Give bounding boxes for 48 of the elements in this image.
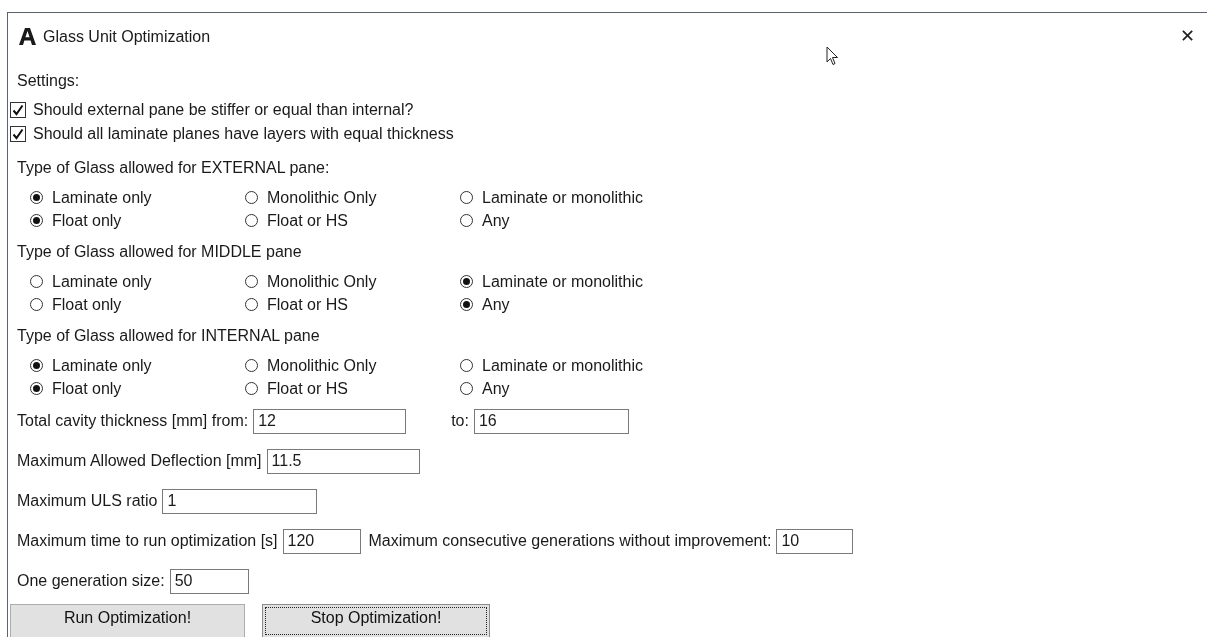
radio-label: Monolithic Only — [267, 272, 377, 291]
radio-label: Laminate or monolithic — [482, 272, 643, 291]
button[interactable]: Run Optimization! — [10, 604, 245, 637]
radio-label: Monolithic Only — [267, 356, 377, 375]
radio-label: Laminate or monolithic — [482, 356, 643, 375]
checkbox[interactable] — [10, 126, 26, 142]
input-field[interactable]: 1 — [162, 488, 318, 514]
group-label: Type of Glass allowed for INTERNAL pane — [17, 326, 321, 346]
input-field[interactable]: 120 — [282, 528, 361, 554]
window-title: Glass Unit Optimization — [43, 27, 211, 46]
radio-label: Monolithic Only — [267, 188, 377, 207]
radio-label: Any — [482, 379, 510, 398]
checkbox-label: Should all laminate planes have layers with equal thickness — [33, 125, 454, 143]
close-button[interactable]: ✕ — [1175, 23, 1199, 48]
app-logo-icon — [19, 28, 36, 45]
input-field[interactable]: 16 — [473, 408, 629, 434]
radio-label: Float only — [52, 295, 122, 314]
radio-label: Any — [482, 211, 510, 230]
field-label: to: — [451, 412, 469, 430]
radio-label: Laminate only — [52, 272, 152, 291]
field-label: Total cavity thickness [mm] from: — [17, 412, 249, 430]
field-label: Maximum time to run optimization [s] — [17, 532, 278, 550]
group-label: Type of Glass allowed for EXTERNAL pane: — [17, 158, 331, 178]
checkbox[interactable] — [10, 102, 26, 118]
radio-label: Laminate only — [52, 356, 152, 375]
input-field[interactable]: 11.5 — [266, 448, 420, 474]
checkbox-label: Should external pane be stiffer or equal than internal? — [33, 101, 414, 119]
checkmark-icon — [12, 104, 24, 116]
radio-label: Float or HS — [267, 295, 348, 314]
field-label: Maximum ULS ratio — [17, 492, 158, 510]
section-label: Settings: — [17, 71, 81, 91]
radio-label: Float or HS — [267, 211, 348, 230]
radio-label: Any — [482, 295, 510, 314]
input-field[interactable]: 50 — [169, 568, 249, 594]
field-label: One generation size: — [17, 572, 165, 590]
field-label: Maximum Allowed Deflection [mm] — [17, 452, 262, 470]
focused-button[interactable]: Stop Optimization! — [262, 604, 490, 637]
input-field[interactable]: 12 — [253, 408, 407, 434]
radio-label: Float or HS — [267, 379, 348, 398]
radio-label: Laminate or monolithic — [482, 188, 643, 207]
cursor-icon — [826, 46, 839, 66]
checkmark-icon — [12, 128, 24, 140]
group-label: Type of Glass allowed for MIDDLE pane — [17, 242, 303, 262]
radio-label: Laminate only — [52, 188, 152, 207]
input-field[interactable]: 10 — [776, 528, 854, 554]
radio-label: Float only — [52, 379, 122, 398]
field-label: Maximum consecutive generations without improvement: — [368, 532, 772, 550]
radio-label: Float only — [52, 211, 122, 230]
